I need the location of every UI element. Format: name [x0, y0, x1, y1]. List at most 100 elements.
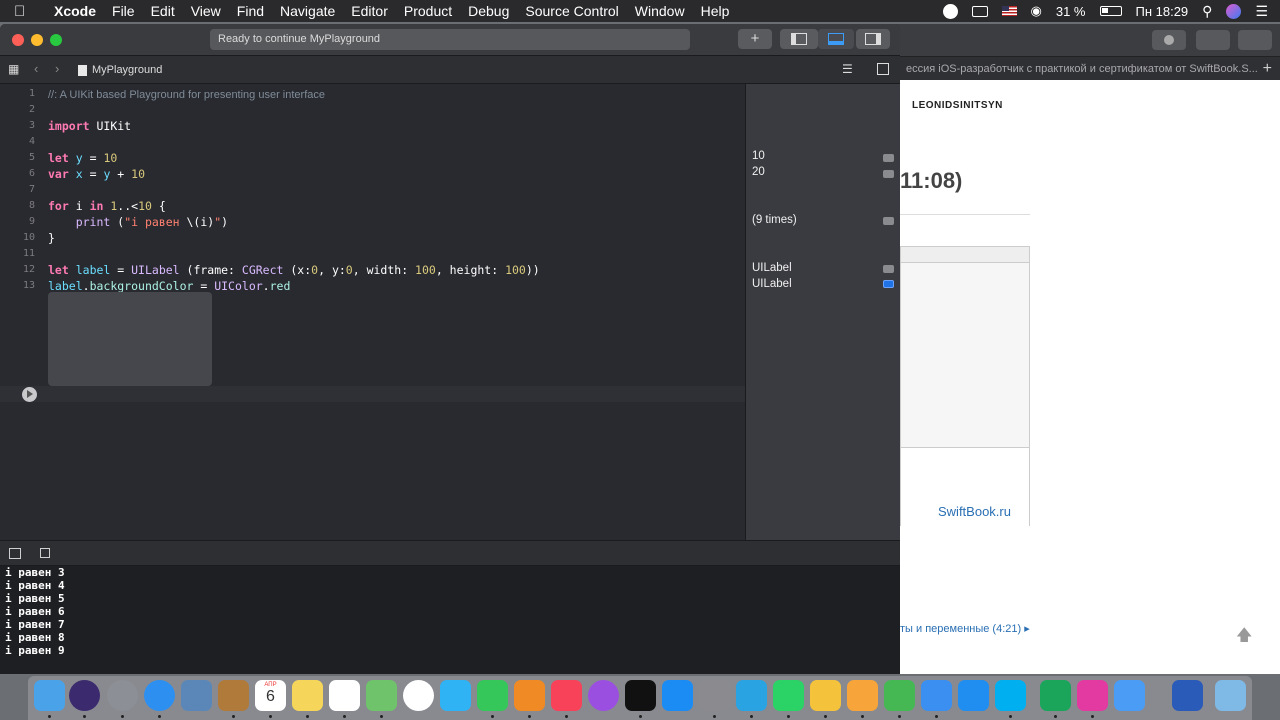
next-lesson-link[interactable]: ты и переменные (4:21) ▸ — [900, 622, 1030, 635]
numbers-icon[interactable] — [884, 680, 915, 711]
siri-icon[interactable] — [69, 680, 100, 711]
code-line[interactable]: let label = UILabel (frame: CGRect (x: 0,… — [48, 263, 540, 277]
background-browser-window[interactable]: ессия iOS-разработчик с практикой и серт… — [896, 24, 1280, 674]
menu-edit[interactable]: Edit — [143, 3, 183, 19]
toggle-navigator-button[interactable] — [780, 29, 818, 49]
quick-look-button[interactable] — [883, 154, 894, 162]
menu-source-control[interactable]: Source Control — [517, 3, 626, 19]
app-icon[interactable] — [958, 680, 989, 711]
minimize-window-button[interactable] — [31, 34, 43, 46]
system-preferences-icon[interactable] — [699, 680, 730, 711]
show-result-button[interactable] — [883, 280, 894, 288]
menu-debug[interactable]: Debug — [460, 3, 517, 19]
finder-icon[interactable] — [34, 680, 65, 711]
menu-navigate[interactable]: Navigate — [272, 3, 343, 19]
trash-icon[interactable] — [1215, 680, 1246, 711]
wifi-icon[interactable]: ◉ — [1031, 3, 1042, 19]
calendar-icon[interactable]: АПР 6 — [255, 680, 286, 711]
notes-icon[interactable] — [292, 680, 323, 711]
pages-icon[interactable] — [847, 680, 878, 711]
code-line[interactable]: let y = 10 — [48, 151, 117, 165]
browser-tab[interactable]: ессия iOS-разработчик с практикой и серт… — [896, 56, 1280, 80]
clock[interactable]: Пн 18:29 — [1136, 4, 1189, 19]
siri-icon[interactable] — [1226, 3, 1242, 19]
skype-icon[interactable] — [995, 680, 1026, 711]
menu-view[interactable]: View — [183, 3, 229, 19]
vpn-icon[interactable] — [942, 3, 958, 19]
code-line[interactable]: //: A UIKit based Playground for present… — [48, 87, 325, 101]
tips-icon[interactable] — [810, 680, 841, 711]
podcasts-icon[interactable] — [588, 680, 619, 711]
quick-look-button[interactable] — [883, 265, 894, 273]
code-line[interactable]: print ("i равен \(i)") — [48, 215, 228, 229]
xcode-icon[interactable] — [1077, 680, 1108, 711]
menu-window[interactable]: Window — [627, 3, 693, 19]
preview-icon[interactable] — [181, 680, 212, 711]
code-line[interactable]: import UIKit — [48, 119, 131, 133]
hide-debug-area-icon[interactable] — [9, 548, 21, 559]
music-icon[interactable] — [551, 680, 582, 711]
breadcrumb-item[interactable]: MyPlayground — [92, 64, 162, 76]
quick-look-button[interactable] — [883, 217, 894, 225]
menu-file[interactable]: File — [104, 3, 143, 19]
new-tab-icon[interactable]: + — [1263, 57, 1272, 80]
apple-tv-icon[interactable] — [625, 680, 656, 711]
spotlight-icon[interactable]: ⚲ — [1202, 3, 1212, 20]
run-playground-button[interactable] — [22, 387, 37, 402]
downloads-button[interactable] — [1152, 30, 1186, 50]
quick-look-button[interactable] — [883, 170, 894, 178]
menu-editor[interactable]: Editor — [343, 3, 396, 19]
us-flag-icon[interactable] — [1001, 6, 1017, 16]
keynote-icon[interactable] — [921, 680, 952, 711]
forward-arrow-icon[interactable]: › — [55, 61, 59, 76]
close-window-button[interactable] — [12, 34, 24, 46]
battery-percent[interactable]: 31 % — [1056, 4, 1086, 19]
contacts-icon[interactable] — [218, 680, 249, 711]
share-button[interactable] — [1196, 30, 1230, 50]
library-add-button[interactable]: + — [738, 29, 772, 49]
word-icon[interactable] — [1114, 680, 1145, 711]
label-live-view-preview[interactable] — [48, 292, 212, 386]
photos-icon[interactable] — [403, 680, 434, 711]
breadcrumb[interactable]: MyPlayground — [78, 64, 162, 76]
add-editor-icon[interactable] — [877, 63, 889, 75]
reminders-icon[interactable] — [329, 680, 360, 711]
zoom-window-button[interactable] — [50, 34, 62, 46]
whatsapp-icon[interactable] — [773, 680, 804, 711]
code-line[interactable]: for i in 1..<10 { — [48, 199, 166, 213]
code-token: , y: — [318, 263, 346, 277]
video-preview[interactable] — [900, 246, 1030, 527]
console-output[interactable]: i равен 3 i равен 4 i равен 5 i равен 6 … — [0, 566, 900, 674]
telegram-icon[interactable] — [736, 680, 767, 711]
code-line[interactable]: } — [48, 231, 55, 245]
battery-icon[interactable] — [1099, 6, 1122, 16]
facetime-icon[interactable] — [477, 680, 508, 711]
back-arrow-icon[interactable]: ‹ — [34, 61, 38, 76]
scroll-to-top-icon[interactable]: 🡅 — [1236, 624, 1252, 651]
tabs-overview-button[interactable] — [1238, 30, 1272, 50]
console-toggle-icon[interactable] — [40, 548, 50, 558]
notification-center-icon[interactable]: ☰ — [1255, 3, 1268, 20]
menu-product[interactable]: Product — [396, 3, 460, 19]
menu-app-name[interactable]: Xcode — [46, 3, 104, 19]
menu-help[interactable]: Help — [693, 3, 738, 19]
toggle-inspector-button[interactable] — [856, 29, 890, 49]
maps-icon[interactable] — [366, 680, 397, 711]
code-editor[interactable]: 1 2 3 4 5 6 7 8 9 10 11 12 13 //: A UIKi… — [0, 84, 745, 540]
launchpad-icon[interactable] — [107, 680, 138, 711]
messages-icon[interactable] — [440, 680, 471, 711]
related-items-icon[interactable]: ▦ — [8, 62, 19, 76]
editor-options-icon[interactable]: ☰ — [842, 62, 853, 76]
books-icon[interactable] — [514, 680, 545, 711]
code-line[interactable]: var x = y + 10 — [48, 167, 145, 181]
airplay-icon[interactable] — [971, 5, 988, 17]
brand-link[interactable]: SwiftBook.ru — [938, 504, 1011, 519]
menu-find[interactable]: Find — [229, 3, 272, 19]
toggle-debug-area-button[interactable] — [818, 29, 854, 49]
cleanmymac-icon[interactable] — [1040, 680, 1071, 711]
app-store-icon[interactable] — [662, 680, 693, 711]
safari-icon[interactable] — [144, 680, 175, 711]
code-line[interactable]: label.backgroundColor = UIColor.red — [48, 279, 290, 293]
downloads-folder-icon[interactable] — [1172, 680, 1203, 711]
apple-menu-icon[interactable]:  — [14, 3, 34, 20]
